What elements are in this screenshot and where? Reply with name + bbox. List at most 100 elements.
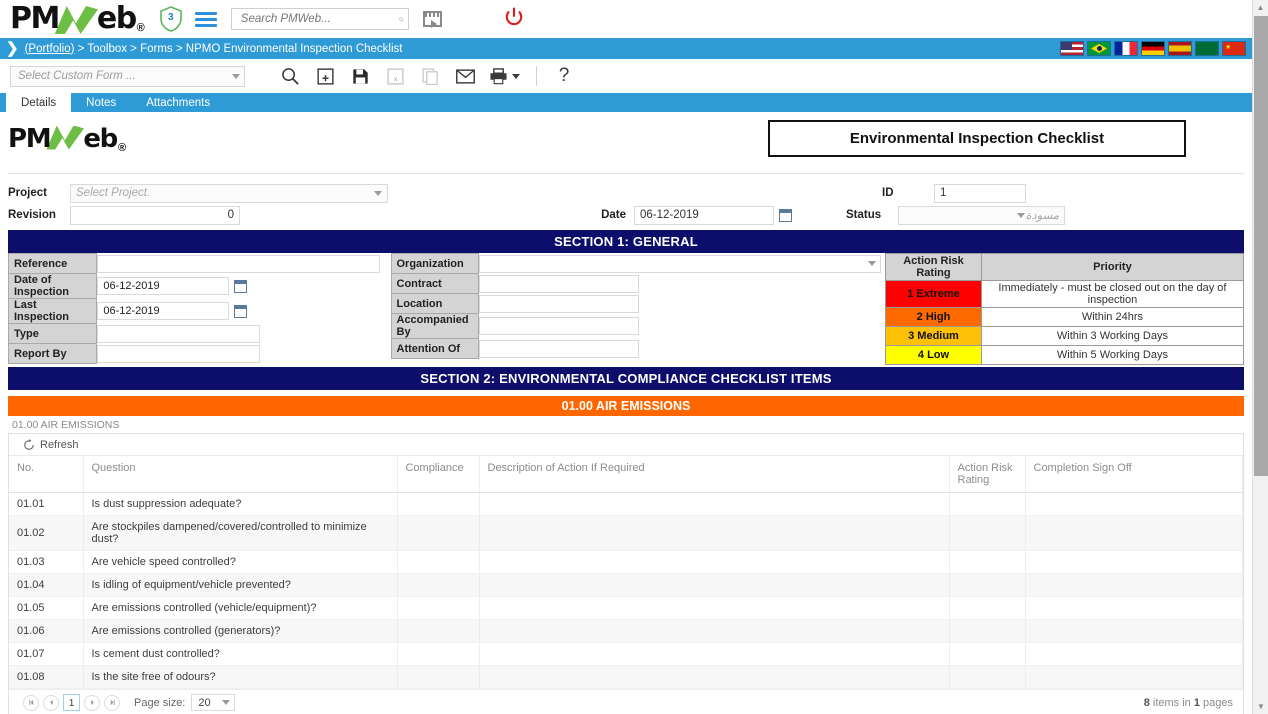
cell-risk[interactable] [949, 573, 1026, 597]
table-row[interactable]: 01.01 Is dust suppression adequate? [9, 492, 1243, 516]
cell-compliance[interactable] [397, 642, 480, 666]
cell-description[interactable] [479, 596, 950, 620]
cell-risk[interactable] [949, 550, 1026, 574]
breadcrumb-item-toolbox[interactable]: Toolbox [87, 43, 127, 55]
calendar-icon[interactable] [234, 304, 248, 318]
cell-compliance[interactable] [397, 492, 480, 516]
tab-attachments[interactable]: Attachments [131, 94, 225, 112]
cell-signoff[interactable] [1025, 515, 1243, 551]
cell-compliance[interactable] [397, 550, 480, 574]
cell-description[interactable] [479, 642, 950, 666]
accompanied-by-field[interactable] [478, 317, 639, 335]
copy-record-button[interactable] [419, 65, 441, 87]
cell-description[interactable] [479, 665, 950, 689]
cell-compliance[interactable] [397, 515, 480, 551]
refresh-button[interactable]: Refresh [23, 438, 79, 451]
email-button[interactable] [454, 65, 476, 87]
breadcrumb-item-portfolio[interactable]: (Portfolio) [25, 43, 75, 55]
scroll-down-arrow-icon[interactable]: ▼ [1253, 699, 1268, 714]
flag-spain[interactable] [1168, 41, 1192, 56]
cell-risk[interactable] [949, 596, 1026, 620]
scroll-up-arrow-icon[interactable]: ▲ [1253, 0, 1268, 15]
pmweb-logo[interactable]: PM eb ® [10, 4, 145, 34]
cell-signoff[interactable] [1025, 596, 1243, 620]
media-player-icon[interactable] [422, 11, 442, 28]
vertical-scrollbar[interactable]: ▲ ▼ [1252, 0, 1268, 714]
cell-signoff[interactable] [1025, 619, 1243, 643]
revision-field[interactable]: 0 [70, 205, 240, 225]
table-row[interactable]: 01.03 Are vehicle speed controlled? [9, 550, 1243, 574]
cell-description[interactable] [479, 515, 950, 551]
report-by-field[interactable] [97, 344, 261, 363]
pager-prev-button[interactable] [43, 694, 59, 711]
tab-details[interactable]: Details [6, 93, 72, 112]
table-row[interactable]: 01.02 Are stockpiles dampened/covered/co… [9, 515, 1243, 551]
page-size-select[interactable]: 20 [191, 694, 236, 711]
cell-risk[interactable] [949, 515, 1026, 551]
print-button[interactable] [489, 65, 520, 87]
cell-risk[interactable] [949, 492, 1026, 516]
cell-description[interactable] [479, 550, 950, 574]
save-record-button[interactable] [349, 65, 371, 87]
hamburger-menu-icon[interactable] [194, 9, 217, 30]
cell-description[interactable] [479, 573, 950, 597]
pager-first-button[interactable] [23, 694, 39, 711]
breadcrumb-item-forms[interactable]: Forms [140, 43, 173, 55]
cell-signoff[interactable] [1025, 665, 1243, 689]
print-chevron-down-icon[interactable] [512, 73, 520, 79]
cell-compliance[interactable] [397, 573, 480, 597]
cell-signoff[interactable] [1025, 573, 1243, 597]
flag-brazil[interactable] [1087, 41, 1111, 56]
reference-field[interactable] [97, 254, 381, 273]
table-row[interactable]: 01.08 Is the site free of odours? [9, 665, 1243, 689]
organization-select[interactable] [478, 254, 881, 273]
scrollbar-thumb[interactable] [1254, 16, 1268, 476]
flag-saudi-arabia[interactable] [1195, 41, 1219, 56]
flag-germany[interactable] [1141, 41, 1165, 56]
pager-next-button[interactable] [84, 694, 100, 711]
cell-compliance[interactable] [397, 665, 480, 689]
cell-signoff[interactable] [1025, 550, 1243, 574]
cell-compliance[interactable] [397, 619, 480, 643]
cell-signoff[interactable] [1025, 492, 1243, 516]
cell-description[interactable] [479, 492, 950, 516]
search-input[interactable] [238, 12, 399, 26]
search-records-button[interactable] [279, 65, 301, 87]
pager-current-page[interactable]: 1 [63, 694, 80, 711]
cell-compliance[interactable] [397, 596, 480, 620]
global-search-box[interactable] [230, 8, 409, 30]
add-record-button[interactable] [314, 65, 336, 87]
project-select[interactable]: Select Project. [70, 183, 388, 203]
cell-risk[interactable] [949, 642, 1026, 666]
flag-usa[interactable] [1060, 41, 1084, 56]
cell-risk[interactable] [949, 665, 1026, 689]
table-row[interactable]: 01.05 Are emissions controlled (vehicle/… [9, 596, 1243, 620]
cell-description[interactable] [479, 619, 950, 643]
cell-signoff[interactable] [1025, 642, 1243, 666]
logout-power-button[interactable] [504, 7, 524, 32]
shield-icon[interactable]: 3 [159, 6, 183, 32]
help-button[interactable]: ? [553, 65, 575, 87]
date-of-inspection-field[interactable]: 06-12-2019 [97, 277, 230, 295]
cell-risk[interactable] [949, 619, 1026, 643]
type-field[interactable] [97, 324, 261, 343]
table-row[interactable]: 01.06 Are emissions controlled (generato… [9, 619, 1243, 643]
last-inspection-field[interactable]: 06-12-2019 [97, 302, 230, 320]
delete-record-button[interactable]: x [384, 65, 406, 87]
status-select[interactable]: مسودة [898, 205, 1065, 225]
id-field[interactable]: 1 [934, 183, 1026, 203]
table-row[interactable]: 01.04 Is idling of equipment/vehicle pre… [9, 573, 1243, 597]
location-field[interactable] [478, 294, 639, 313]
attention-of-field[interactable] [478, 339, 639, 358]
pager-last-button[interactable] [104, 694, 120, 711]
table-row[interactable]: 01.07 Is cement dust controlled? [9, 642, 1243, 666]
calendar-icon[interactable] [234, 279, 248, 293]
contract-field[interactable] [478, 274, 639, 293]
flag-china[interactable]: ★ [1222, 41, 1246, 56]
calendar-icon[interactable] [779, 208, 792, 222]
date-field[interactable]: 06-12-2019 [634, 205, 774, 225]
search-icon[interactable] [399, 13, 404, 26]
flag-france[interactable] [1114, 41, 1138, 56]
custom-form-dropdown[interactable]: Select Custom Form ... [10, 65, 245, 87]
tab-notes[interactable]: Notes [71, 94, 131, 112]
